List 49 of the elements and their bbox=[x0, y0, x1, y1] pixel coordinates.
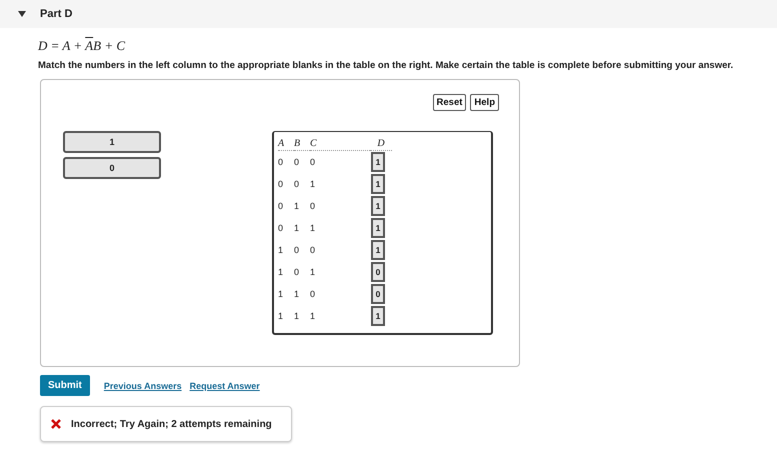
table-cell: 0 bbox=[294, 245, 300, 255]
table-cell: 1 bbox=[310, 267, 316, 277]
table-cell: 1 bbox=[278, 245, 284, 255]
table-cell: 0 bbox=[310, 245, 316, 255]
previous-answers-link[interactable]: Previous Answers bbox=[104, 380, 182, 390]
table-cell: 1 bbox=[278, 267, 284, 277]
answer-slot[interactable]: 1 bbox=[371, 152, 385, 172]
table-cell: 1 bbox=[294, 289, 300, 299]
answer-slot[interactable]: 1 bbox=[371, 174, 385, 194]
drag-tile[interactable]: 1 bbox=[63, 131, 161, 153]
column-header: A bbox=[278, 138, 294, 151]
drag-tile[interactable]: 0 bbox=[63, 157, 161, 179]
table-cell: 0 bbox=[278, 157, 284, 167]
table-cell: 0 bbox=[278, 223, 284, 233]
submit-button[interactable]: Submit bbox=[40, 375, 90, 396]
column-header: B bbox=[294, 138, 310, 151]
feedback-text: Incorrect; Try Again; 2 attempts remaining bbox=[71, 418, 272, 430]
table-cell: 0 bbox=[310, 201, 316, 211]
table-cell: 1 bbox=[310, 179, 316, 189]
help-button[interactable]: Help bbox=[470, 94, 499, 111]
answer-slot[interactable]: 1 bbox=[371, 306, 385, 326]
table-cell: 1 bbox=[310, 311, 316, 321]
table-cell: 0 bbox=[294, 179, 300, 189]
table-cell: 1 bbox=[294, 201, 300, 211]
column-header: D bbox=[370, 138, 392, 151]
equation: D = A + AB + C bbox=[38, 38, 126, 54]
table-cell: 1 bbox=[278, 289, 284, 299]
table-cell: 0 bbox=[294, 267, 300, 277]
section-title: Part D bbox=[40, 8, 72, 20]
answer-slot[interactable]: 0 bbox=[371, 284, 385, 304]
table-cell: 0 bbox=[278, 201, 284, 211]
table-cell: 0 bbox=[310, 289, 316, 299]
reset-button[interactable]: Reset bbox=[432, 94, 466, 111]
instruction-text: Match the numbers in the left column to the appropriate blanks in the table on the right. Make certain the table is complete before submitting your answer. bbox=[38, 60, 734, 71]
table-cell: 0 bbox=[310, 157, 316, 167]
column-header: C bbox=[310, 138, 370, 151]
answer-slot[interactable]: 1 bbox=[371, 196, 385, 216]
table-cell: 1 bbox=[294, 311, 300, 321]
table-cell: 1 bbox=[294, 223, 300, 233]
table-cell: 0 bbox=[278, 179, 284, 189]
answer-slot[interactable]: 1 bbox=[371, 240, 385, 260]
table-cell: 1 bbox=[310, 223, 316, 233]
cross-icon bbox=[51, 419, 61, 429]
request-answer-link[interactable]: Request Answer bbox=[190, 380, 260, 390]
table-cell: 0 bbox=[294, 157, 300, 167]
table-cell: 1 bbox=[278, 311, 284, 321]
answer-slot[interactable]: 0 bbox=[371, 262, 385, 282]
caret-down-icon[interactable] bbox=[18, 11, 26, 17]
answer-slot[interactable]: 1 bbox=[371, 218, 385, 238]
